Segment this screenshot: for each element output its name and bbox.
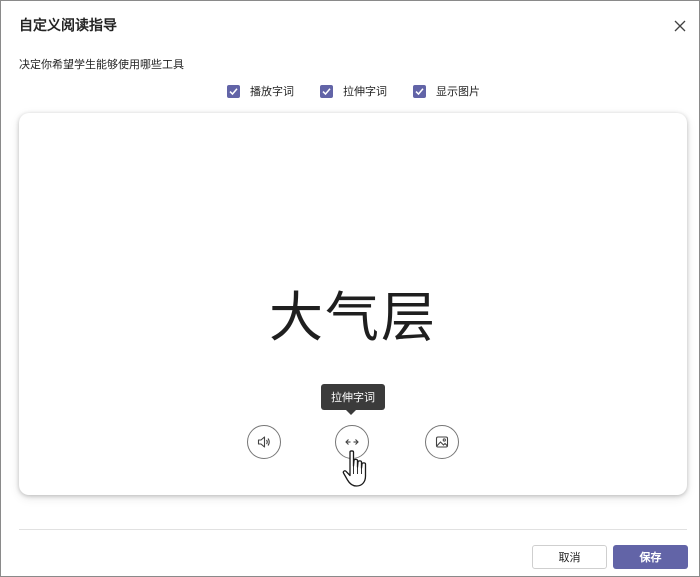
save-button[interactable]: 保存	[613, 545, 688, 569]
preview-word: 大气层	[269, 286, 437, 349]
option-show-picture[interactable]: 显示图片	[413, 83, 480, 99]
checkmark-icon	[415, 87, 424, 95]
checkbox-play-word[interactable]	[227, 84, 240, 98]
customize-reading-guide-dialog: 自定义阅读指导 决定你希望学生能够使用哪些工具 播放字词 拉伸字词 显示图片 大…	[0, 0, 700, 577]
image-icon	[435, 436, 449, 448]
preview-card: 大气层 拉伸字词	[19, 113, 687, 495]
checkbox-stretch-word[interactable]	[320, 84, 333, 98]
close-button[interactable]	[669, 15, 691, 37]
cancel-button[interactable]: 取消	[532, 545, 607, 569]
hand-pointer-cursor-icon	[342, 450, 367, 487]
tooltip-arrow	[346, 410, 356, 415]
show-picture-button[interactable]	[425, 425, 459, 459]
option-label-stretch-word: 拉伸字词	[343, 85, 387, 98]
option-play-word[interactable]: 播放字词	[227, 83, 294, 99]
stretch-icon	[345, 439, 359, 445]
stretch-word-tooltip: 拉伸字词	[321, 384, 385, 410]
option-label-play-word: 播放字词	[250, 85, 294, 98]
checkmark-icon	[229, 87, 238, 95]
option-stretch-word[interactable]: 拉伸字词	[320, 83, 387, 99]
tool-options: 播放字词 拉伸字词 显示图片	[227, 83, 480, 99]
dialog-title: 自定义阅读指导	[19, 18, 117, 34]
checkmark-icon	[322, 87, 331, 95]
dialog-subtitle: 决定你希望学生能够使用哪些工具	[19, 58, 184, 71]
close-icon	[674, 20, 686, 32]
option-label-show-picture: 显示图片	[436, 85, 480, 98]
footer-divider	[19, 529, 687, 530]
checkbox-show-picture[interactable]	[413, 84, 426, 98]
play-word-button[interactable]	[247, 425, 281, 459]
speaker-icon	[257, 436, 270, 448]
